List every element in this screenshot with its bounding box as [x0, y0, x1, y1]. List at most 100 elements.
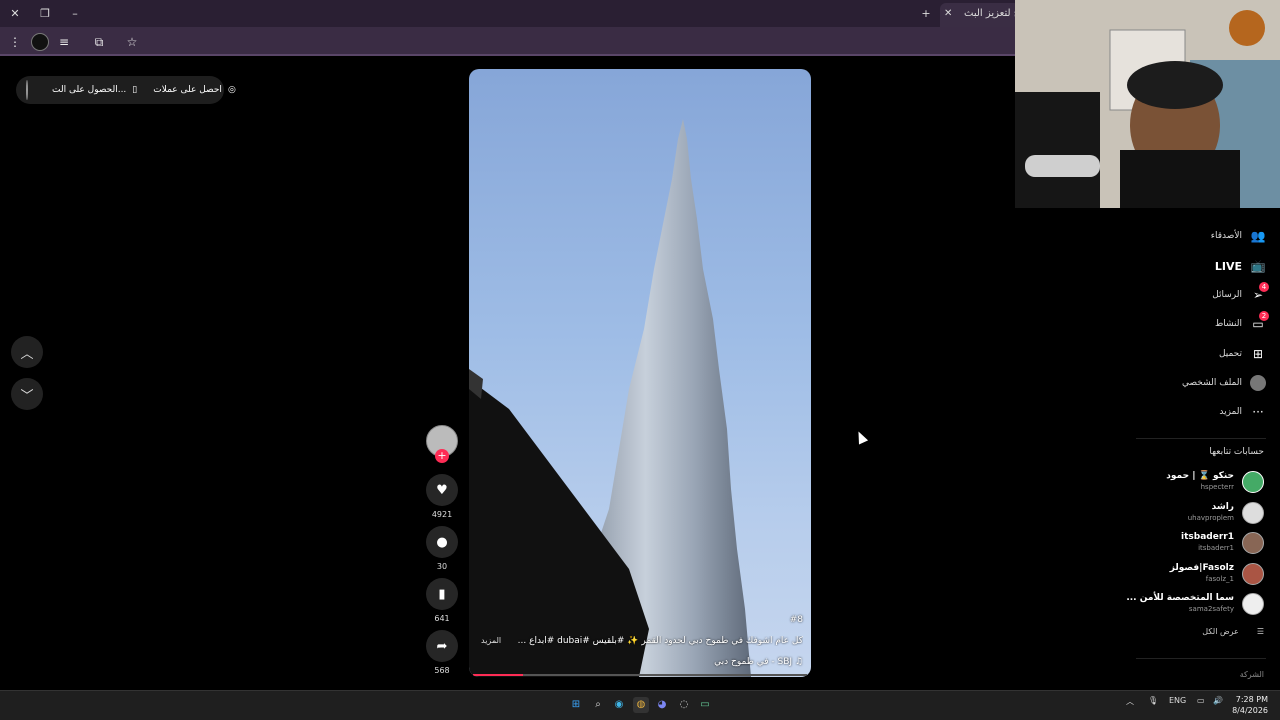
divider: [1136, 658, 1266, 659]
follow-plus-icon[interactable]: +: [435, 449, 449, 463]
messages-badge: 4: [1259, 282, 1269, 292]
tray-chevron-icon[interactable]: ︿: [1126, 696, 1134, 707]
restore-icon[interactable]: ❐: [37, 6, 53, 22]
following-account[interactable]: سما المتخصصة للأمن ... sama2safety: [1124, 591, 1264, 617]
coin-icon: ◎: [227, 85, 236, 95]
tab-close-icon[interactable]: ✕: [944, 3, 952, 25]
playlist-icon[interactable]: ≡: [55, 33, 73, 51]
sidebar-item-more[interactable]: ··· المزيد: [1219, 401, 1266, 423]
video-player[interactable]: #8 كل عام اشوفك في طموح دبي لحدود القمر …: [469, 69, 811, 677]
sidebar-item-friends[interactable]: 👥 الأصدقاء: [1211, 225, 1266, 247]
webcam-overlay: [1015, 0, 1280, 208]
discord-icon[interactable]: ◕: [654, 697, 670, 713]
system-clock[interactable]: 7:28 PM 8/4/2026: [1232, 694, 1268, 716]
app-icon[interactable]: ▭: [697, 697, 713, 713]
volume-icon[interactable]: 🔊: [1213, 696, 1223, 705]
coins-pill[interactable]: الحصول على الت... ▯ احصل على عملات ◎: [16, 76, 236, 104]
bookmark-icon: ▮: [426, 578, 458, 610]
account-handle: itsbaderr1: [1198, 544, 1234, 552]
following-account[interactable]: حنكو ⌛ | حمود hspecterr: [1124, 469, 1264, 495]
account-name: itsbaderr1: [1181, 532, 1234, 542]
sidebar-item-label: تحميل: [1218, 349, 1242, 359]
sidebar-item-messages[interactable]: ➢ 4 الرسائل: [1212, 282, 1269, 306]
following-account[interactable]: Fasolz|فصولز fasolz_1: [1124, 561, 1264, 587]
share-icon: ➦: [426, 630, 458, 662]
save-button[interactable]: ▮ 641: [426, 578, 458, 623]
menu-dots-icon[interactable]: ⋮: [6, 33, 24, 51]
see-all-button[interactable]: ☰ عرض الكل: [1202, 627, 1264, 636]
avatar: [1242, 532, 1264, 554]
caption-tag: #8: [789, 615, 803, 625]
like-count: 4921: [431, 510, 453, 519]
caption-more-link[interactable]: المزيد: [481, 636, 501, 645]
account-handle: hspecterr: [1200, 483, 1234, 491]
windows-taskbar: ⊞ ⌕ ◉ ◍ ◕ ◌ ▭ ︿ 🎙 ENG ▭ 🔊 7:28 PM 8/4/20…: [0, 690, 1280, 720]
divider: [1136, 438, 1266, 439]
comment-button[interactable]: ● 30: [426, 526, 458, 571]
clock-time: 7:28 PM: [1235, 695, 1268, 704]
see-all-label: عرض الكل: [1202, 627, 1239, 636]
new-tab-icon[interactable]: +: [918, 6, 934, 22]
upload-icon: ⊞: [1252, 347, 1264, 361]
sidebar-item-label: النشاط: [1214, 319, 1242, 329]
sidebar-item-upload[interactable]: ⊞ تحميل: [1219, 343, 1266, 365]
browser-tab[interactable]: ✕ برنامج لتعزيز البث...: [940, 3, 1020, 27]
activity-badge: 2: [1259, 311, 1269, 321]
sidebar-item-activity[interactable]: ▭ 2 النشاط: [1214, 311, 1269, 335]
phone-icon: ▯: [132, 85, 138, 95]
avatar: [1242, 502, 1264, 524]
profile-icon[interactable]: [31, 33, 49, 51]
start-icon[interactable]: ⊞: [568, 697, 584, 713]
account-name: حنكو ⌛ | حمود: [1166, 471, 1234, 481]
chevron-up-icon: ︿: [20, 346, 34, 362]
sidebar-item-profile[interactable]: الملف الشخصي: [1182, 372, 1266, 394]
share-count: 568: [434, 666, 450, 675]
next-video-button[interactable]: ﹀: [11, 378, 43, 410]
like-button[interactable]: ♥ 4921: [426, 474, 458, 519]
microphone-icon[interactable]: 🎙: [1148, 696, 1158, 705]
live-icon: 📺: [1250, 259, 1266, 273]
tab-title: برنامج لتعزيز البث...: [964, 8, 1020, 19]
activity-icon: ▭ 2: [1250, 311, 1269, 332]
avatar: [1242, 471, 1264, 493]
clock-date: 8/4/2026: [1232, 706, 1268, 715]
sidebar-item-label: الملف الشخصي: [1182, 378, 1242, 388]
chrome-icon[interactable]: ◍: [633, 697, 649, 713]
get-app-link[interactable]: الحصول على الت...: [52, 85, 126, 95]
account-handle: sama2safety: [1188, 605, 1234, 613]
following-account[interactable]: راشد uhavproplem: [1124, 500, 1264, 526]
webcam-feed: [1015, 0, 1280, 208]
obs-icon[interactable]: ◌: [676, 697, 692, 713]
search-icon[interactable]: ⌕: [590, 697, 606, 713]
more-icon: ···: [1252, 405, 1264, 419]
previous-video-button[interactable]: ︿: [11, 336, 43, 368]
edge-icon[interactable]: ◉: [611, 697, 627, 713]
star-icon[interactable]: ☆: [123, 33, 141, 51]
language-indicator[interactable]: ENG: [1169, 696, 1186, 705]
network-icon[interactable]: ▭: [1197, 696, 1205, 705]
close-icon[interactable]: ✕: [7, 6, 23, 22]
sidebar-item-live[interactable]: 📺 LIVE: [1215, 255, 1266, 277]
extensions-icon[interactable]: ⧉: [90, 33, 108, 51]
profile-avatar: [1250, 375, 1266, 391]
messages-icon: ➢ 4: [1250, 282, 1269, 303]
account-handle: fasolz_1: [1205, 575, 1234, 583]
share-button[interactable]: ➦ 568: [426, 630, 458, 675]
music-label[interactable]: ♫ SBJ - في طموح دبي: [714, 657, 803, 667]
company-link[interactable]: الشركة: [1240, 670, 1264, 679]
avatar[interactable]: [26, 80, 28, 100]
video-progress-fill: [473, 674, 524, 676]
list-icon: ☰: [1256, 627, 1264, 636]
mouse-cursor: [853, 429, 869, 445]
get-coins-link[interactable]: احصل على عملات: [153, 85, 222, 95]
following-account[interactable]: itsbaderr1 itsbaderr1: [1124, 530, 1264, 556]
video-progress-bar[interactable]: [473, 674, 807, 676]
comment-count: 30: [436, 562, 448, 571]
heart-icon: ♥: [426, 474, 458, 506]
account-name: راشد: [1211, 502, 1234, 512]
sidebar-item-label: المزيد: [1219, 407, 1242, 417]
friends-icon: 👥: [1250, 229, 1266, 243]
sidebar-item-label: الرسائل: [1212, 290, 1242, 300]
following-heading: حسابات تتابعها: [1209, 447, 1264, 457]
minimize-icon[interactable]: –: [67, 6, 83, 22]
